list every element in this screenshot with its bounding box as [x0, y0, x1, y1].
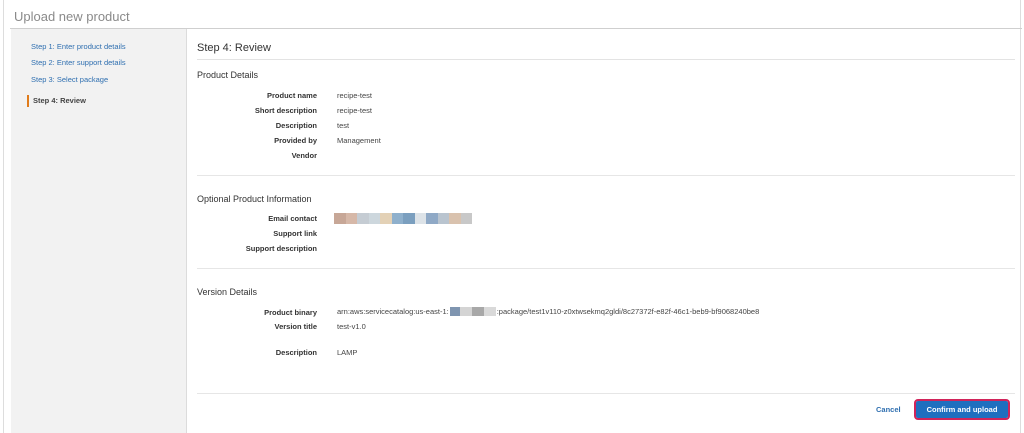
- version-description-label: Description: [275, 348, 317, 357]
- redaction-block: [483, 307, 496, 316]
- page-title: Upload new product: [14, 9, 130, 24]
- redaction-block: [471, 307, 484, 316]
- sidebar-step-1-link[interactable]: Step 1: Enter product details: [31, 42, 126, 51]
- step-heading: Step 4: Review: [197, 42, 271, 54]
- redaction-block: [345, 213, 357, 224]
- version-details-title: Version Details: [197, 287, 258, 297]
- short-description-label: Short description: [254, 106, 317, 115]
- redaction-block: [460, 213, 472, 224]
- support-description-label: Support description: [245, 244, 317, 253]
- product-binary-value: arn:aws:servicecatalog:us-east-1: :packa…: [337, 307, 759, 316]
- version-description-value: LAMP: [337, 348, 358, 357]
- redaction-block: [334, 213, 346, 224]
- review-panel: Step 4: Review Product Details Product n…: [188, 29, 1022, 433]
- version-title-value: test-v1.0: [337, 322, 366, 331]
- page-frame: Upload new product Step 1: Enter product…: [3, 0, 1022, 433]
- product-binary-label: Product binary: [264, 308, 317, 317]
- short-description-value: recipe-test: [337, 106, 373, 115]
- sidebar-step-3-link[interactable]: Step 3: Select package: [31, 75, 108, 84]
- email-contact-redacted-value: [334, 213, 472, 224]
- description-label: Description: [275, 121, 317, 130]
- redaction-block: [403, 213, 415, 224]
- email-contact-label: Email contact: [268, 214, 317, 223]
- redaction-block: [368, 213, 380, 224]
- section-divider: [197, 268, 1015, 269]
- sidebar-step-2-link[interactable]: Step 2: Enter support details: [31, 58, 126, 67]
- vendor-label: Vendor: [291, 151, 317, 160]
- version-title-label: Version title: [274, 322, 317, 331]
- redaction-block: [459, 307, 472, 316]
- product-details-title: Product Details: [197, 70, 259, 80]
- redaction-block: [357, 213, 369, 224]
- confirm-and-upload-button[interactable]: Confirm and upload: [914, 399, 1010, 420]
- redaction-block: [414, 213, 426, 224]
- product-name-label: Product name: [266, 91, 317, 100]
- redaction-block: [449, 213, 461, 224]
- sidebar-step-4-current: Step 4: Review: [27, 95, 86, 107]
- optional-info-title: Optional Product Information: [197, 194, 312, 204]
- actions-divider: [197, 393, 1015, 394]
- support-link-label: Support link: [273, 229, 317, 238]
- cancel-button[interactable]: Cancel: [876, 405, 901, 414]
- product-binary-prefix: arn:aws:servicecatalog:us-east-1:: [337, 307, 449, 316]
- redaction-block: [380, 213, 392, 224]
- product-binary-suffix: :package/test1v110-z0xtwsekmq2gldi/8c273…: [496, 307, 760, 316]
- product-name-value: recipe-test: [337, 91, 373, 100]
- provided-by-label: Provided by: [274, 136, 317, 145]
- section-divider: [197, 175, 1015, 176]
- redaction-block: [426, 213, 438, 224]
- description-value: test: [337, 121, 350, 130]
- redaction-block: [391, 213, 403, 224]
- wizard-sidebar: Step 1: Enter product details Step 2: En…: [11, 29, 187, 433]
- redaction-block: [449, 307, 460, 316]
- heading-divider: [197, 59, 1015, 60]
- provided-by-value: Management: [337, 136, 381, 145]
- redaction-block: [437, 213, 449, 224]
- account-id-redacted: [449, 307, 496, 316]
